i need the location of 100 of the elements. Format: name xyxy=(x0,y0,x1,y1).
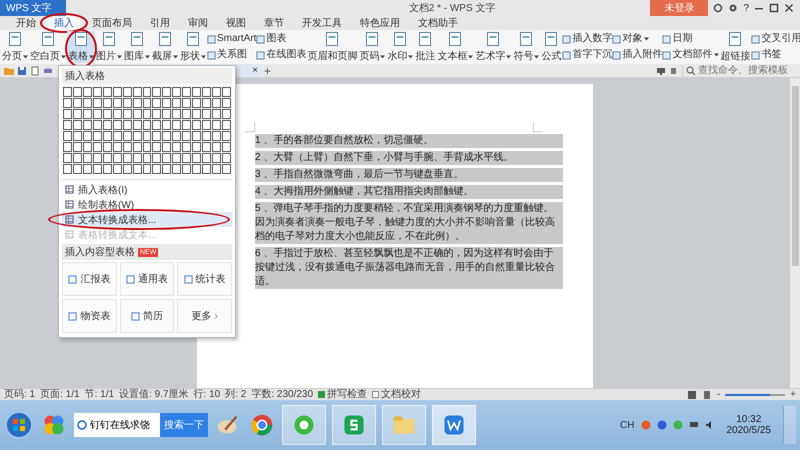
new-tab-button[interactable]: + xyxy=(264,64,272,78)
menu-tab[interactable]: 审阅 xyxy=(180,16,216,30)
ribbon-button[interactable]: 页眉和页脚 xyxy=(306,31,358,63)
template-card[interactable]: 汇报表 xyxy=(62,262,117,296)
view-mode-icon[interactable] xyxy=(702,390,712,400)
caret-icon xyxy=(173,55,178,59)
ribbon-button[interactable]: 交叉引用 xyxy=(751,33,800,45)
ribbon-button[interactable]: 在线图表 xyxy=(256,49,306,61)
tab-close-button[interactable]: × xyxy=(252,65,258,76)
ribbon-button[interactable]: 页码 xyxy=(358,31,386,63)
menu-item[interactable]: 文本转换成表格... xyxy=(62,212,232,227)
menu-tab[interactable]: 页面布局 xyxy=(84,16,140,30)
caret-icon xyxy=(408,55,414,59)
ribbon-button[interactable]: 书签 xyxy=(751,49,800,61)
ribbon-button[interactable]: 插入数字 xyxy=(562,33,612,45)
command-search-field[interactable]: 查找命令、搜索模板 xyxy=(685,64,794,76)
ribbon-button[interactable]: 超链接 xyxy=(719,31,752,63)
ribbon-button[interactable]: 符号 xyxy=(512,31,540,63)
caret-icon xyxy=(89,55,94,59)
app-menu-button[interactable]: WPS 文字 xyxy=(0,0,66,16)
search-button[interactable]: 搜索一下 xyxy=(160,413,208,437)
ribbon-button[interactable]: 截屏 xyxy=(151,31,179,63)
document-paragraph: 5 、弹电子琴手指的力度要稍轻，不宜采用演奏钢琴的力度重触键。因为演奏者演奏一般电子琴，触键力度的大小并不影响音量（比较高档的电子琴对力度大小也能反应，不在此例）。 xyxy=(255,202,563,244)
template-card[interactable]: 更多 › xyxy=(177,299,232,333)
tool-icon xyxy=(73,31,89,47)
menu-tab[interactable]: 视图 xyxy=(218,16,254,30)
taskbar-app-button[interactable] xyxy=(332,405,376,445)
taskbar-app-button[interactable] xyxy=(282,405,326,445)
view-mode-icon[interactable] xyxy=(686,390,697,400)
caret-icon xyxy=(117,55,122,59)
template-icon xyxy=(126,274,135,284)
save-icon[interactable] xyxy=(17,66,27,76)
section-title: 插入内容型表格 xyxy=(65,246,135,259)
menu-tab[interactable]: 特色应用 xyxy=(352,16,408,30)
ribbon-button[interactable]: 表格 xyxy=(67,31,95,63)
ribbon-button[interactable]: 水印 xyxy=(386,31,414,63)
ribbon-button[interactable]: 插入附件 xyxy=(612,49,662,61)
taskbar-app-button[interactable] xyxy=(432,405,476,445)
start-button[interactable] xyxy=(4,410,34,440)
document-paragraph: 1 、手的各部位要自然放松，切忌僵硬。 xyxy=(255,134,563,148)
ribbon-button[interactable]: 文本框 xyxy=(436,31,474,63)
ribbon-button[interactable]: 首字下沉 xyxy=(562,49,612,61)
printer-icon[interactable] xyxy=(43,66,53,76)
clock-date: 2020/5/25 xyxy=(726,425,771,436)
margin-mark xyxy=(533,122,543,132)
template-card[interactable]: 物资表 xyxy=(62,299,117,333)
zoom-out-button[interactable]: - xyxy=(716,389,720,400)
document-icon[interactable] xyxy=(30,66,40,76)
ribbon-button[interactable]: SmartArt xyxy=(207,33,256,45)
menu-tab[interactable]: 插入 xyxy=(46,16,82,30)
ribbon-button[interactable]: 图表 xyxy=(256,33,306,45)
status-item: 行: 10 xyxy=(194,389,220,400)
table-icon xyxy=(65,185,74,194)
search-icon xyxy=(686,66,696,76)
template-icon xyxy=(68,274,78,284)
document-paragraph: 3 、手指自然微微弯曲，最后一节与键盘垂直。 xyxy=(255,168,563,182)
ribbon-button[interactable]: 批注 xyxy=(414,31,436,63)
menu-heading: 插入表格 xyxy=(62,68,232,84)
ribbon-button[interactable]: 图库 xyxy=(123,31,151,63)
ribbon-button[interactable]: 文档部件 xyxy=(662,49,720,61)
margin-mark xyxy=(245,122,255,132)
vertical-scrollbar[interactable] xyxy=(790,78,800,388)
maximize-icon[interactable] xyxy=(769,3,779,13)
status-item: 列: 2 xyxy=(225,389,246,400)
menu-tab[interactable]: 章节 xyxy=(256,16,292,30)
caret-icon xyxy=(468,55,474,59)
status-item: 字数: 230/230 xyxy=(251,389,314,400)
template-card[interactable]: 通用表 xyxy=(120,262,174,296)
ribbon-button[interactable]: 对象 xyxy=(612,33,662,45)
table-icon xyxy=(65,230,74,239)
taskbar-search-field[interactable]: 钉钉在线求饶 xyxy=(74,413,160,437)
menu-tab[interactable]: 开发工具 xyxy=(294,16,350,30)
ribbon-button[interactable]: 公式 xyxy=(540,31,562,63)
ribbon-button[interactable]: 分页 xyxy=(1,31,29,63)
menu-item[interactable]: 绘制表格(W) xyxy=(62,197,232,212)
proofread-toggle[interactable]: 文档校对 xyxy=(372,389,422,400)
monitor-icon[interactable] xyxy=(656,66,666,76)
ribbon-button[interactable]: 艺术字 xyxy=(474,31,512,63)
zoom-in-button[interactable]: + xyxy=(790,389,796,400)
table-size-grid[interactable] xyxy=(62,84,232,177)
template-card[interactable]: 简历 xyxy=(120,299,174,333)
menu-tab[interactable]: 引用 xyxy=(142,16,178,30)
ribbon-button[interactable]: 形状 xyxy=(179,31,207,63)
help-button[interactable]: ? xyxy=(743,2,749,14)
clock-time: 10:32 xyxy=(736,414,762,425)
language-indicator[interactable]: CH xyxy=(620,420,634,430)
menu-item[interactable]: 插入表格(I) xyxy=(62,182,232,197)
document-paragraph: 2 、大臂（上臂）自然下垂，小臂与手腕、手背成水平线。 xyxy=(255,151,563,165)
menu-tab[interactable]: 开始 xyxy=(8,16,44,30)
ribbon-button[interactable]: 空白页 xyxy=(29,31,67,63)
document-paragraph: 6 、手指过于放松、甚至轻飘飘也是不正确的，因为这样有时会由于按键过浅，没有拨通电子振荡器电路而无音，用手的自然重量比较合适。 xyxy=(255,247,563,289)
close-icon[interactable] xyxy=(784,3,794,13)
template-card[interactable]: 统计表 xyxy=(177,262,232,296)
clock[interactable]: 10:32 2020/5/25 xyxy=(726,414,771,436)
spell-check-toggle[interactable]: 拼写检查 xyxy=(318,389,368,400)
caret-icon xyxy=(23,55,28,59)
ribbon-button[interactable]: 日期 xyxy=(662,33,720,45)
ribbon-button[interactable]: 图片 xyxy=(95,31,123,63)
menu-tab[interactable]: 文档助手 xyxy=(410,16,466,30)
ribbon-button[interactable]: 关系图 xyxy=(207,49,256,61)
